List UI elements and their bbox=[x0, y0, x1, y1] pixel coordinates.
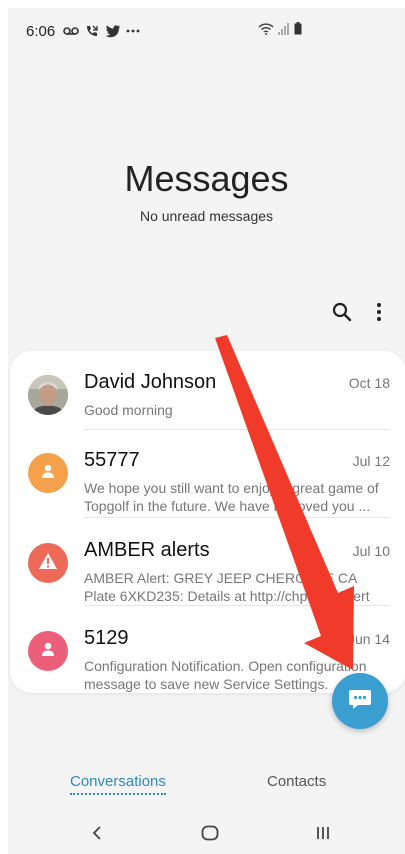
more-dots-icon bbox=[126, 29, 140, 33]
conversation-name: David Johnson bbox=[84, 371, 217, 393]
status-time: 6:06 bbox=[26, 22, 56, 40]
conversation-date: Oct 18 bbox=[348, 375, 390, 391]
search-icon bbox=[332, 302, 352, 327]
compose-message-icon bbox=[348, 688, 372, 715]
home-icon bbox=[201, 825, 219, 846]
conversation-date: Jul 10 bbox=[352, 543, 390, 559]
wifi-icon bbox=[258, 22, 274, 39]
status-bar: 6:06 bbox=[8, 8, 405, 54]
twitter-icon bbox=[105, 24, 121, 38]
search-button[interactable] bbox=[326, 298, 358, 330]
nav-recents-button[interactable] bbox=[308, 820, 338, 850]
status-notification-icons bbox=[63, 24, 140, 38]
conversation-row[interactable]: David Johnson Oct 18 Good morning bbox=[10, 359, 405, 445]
person-avatar bbox=[28, 453, 68, 493]
phone-screen: 6:06 Messages No unread messages David J… bbox=[8, 8, 405, 854]
conversation-preview: AMBER Alert: GREY JEEP CHEROKEE CA Plate… bbox=[84, 570, 370, 604]
person-avatar bbox=[28, 631, 68, 671]
contact-photo-avatar bbox=[28, 375, 68, 415]
compose-message-button[interactable] bbox=[332, 673, 388, 729]
voicemail-icon bbox=[63, 26, 80, 36]
signal-icon bbox=[278, 22, 290, 39]
conversation-date: Jul 12 bbox=[352, 453, 390, 469]
warning-icon bbox=[38, 552, 58, 575]
tab-contacts[interactable]: Contacts bbox=[267, 773, 326, 790]
row-divider bbox=[84, 517, 390, 518]
nav-back-button[interactable] bbox=[82, 820, 112, 850]
conversation-name: 55777 bbox=[84, 449, 140, 471]
unread-status: No unread messages bbox=[139, 208, 274, 224]
nav-home-button[interactable] bbox=[195, 820, 225, 850]
conversation-date: Jun 14 bbox=[347, 631, 390, 647]
conversation-list: David Johnson Oct 18 Good morning 55777 … bbox=[10, 351, 405, 693]
warning-avatar bbox=[28, 543, 68, 583]
person-icon bbox=[40, 463, 56, 484]
tab-conversations[interactable]: Conversations bbox=[70, 773, 166, 795]
person-icon bbox=[40, 641, 56, 662]
row-divider bbox=[84, 605, 390, 606]
back-icon bbox=[92, 825, 102, 846]
missed-call-icon bbox=[85, 24, 99, 38]
conversation-name: AMBER alerts bbox=[84, 539, 210, 561]
status-system-icons bbox=[258, 22, 302, 39]
conversation-name: 5129 bbox=[84, 627, 129, 649]
conversation-row[interactable]: AMBER alerts Jul 10 AMBER Alert: GREY JE… bbox=[10, 527, 405, 613]
more-options-button[interactable] bbox=[363, 298, 395, 330]
conversation-preview: We hope you still want to enjoy a great … bbox=[84, 480, 379, 514]
recents-icon bbox=[315, 825, 331, 846]
page-title: Messages bbox=[124, 158, 289, 199]
row-divider bbox=[84, 429, 390, 430]
conversation-row[interactable]: 55777 Jul 12 We hope you still want to e… bbox=[10, 437, 405, 523]
more-options-icon bbox=[376, 302, 382, 327]
conversation-preview: Good morning bbox=[84, 402, 173, 418]
battery-icon bbox=[294, 22, 302, 39]
